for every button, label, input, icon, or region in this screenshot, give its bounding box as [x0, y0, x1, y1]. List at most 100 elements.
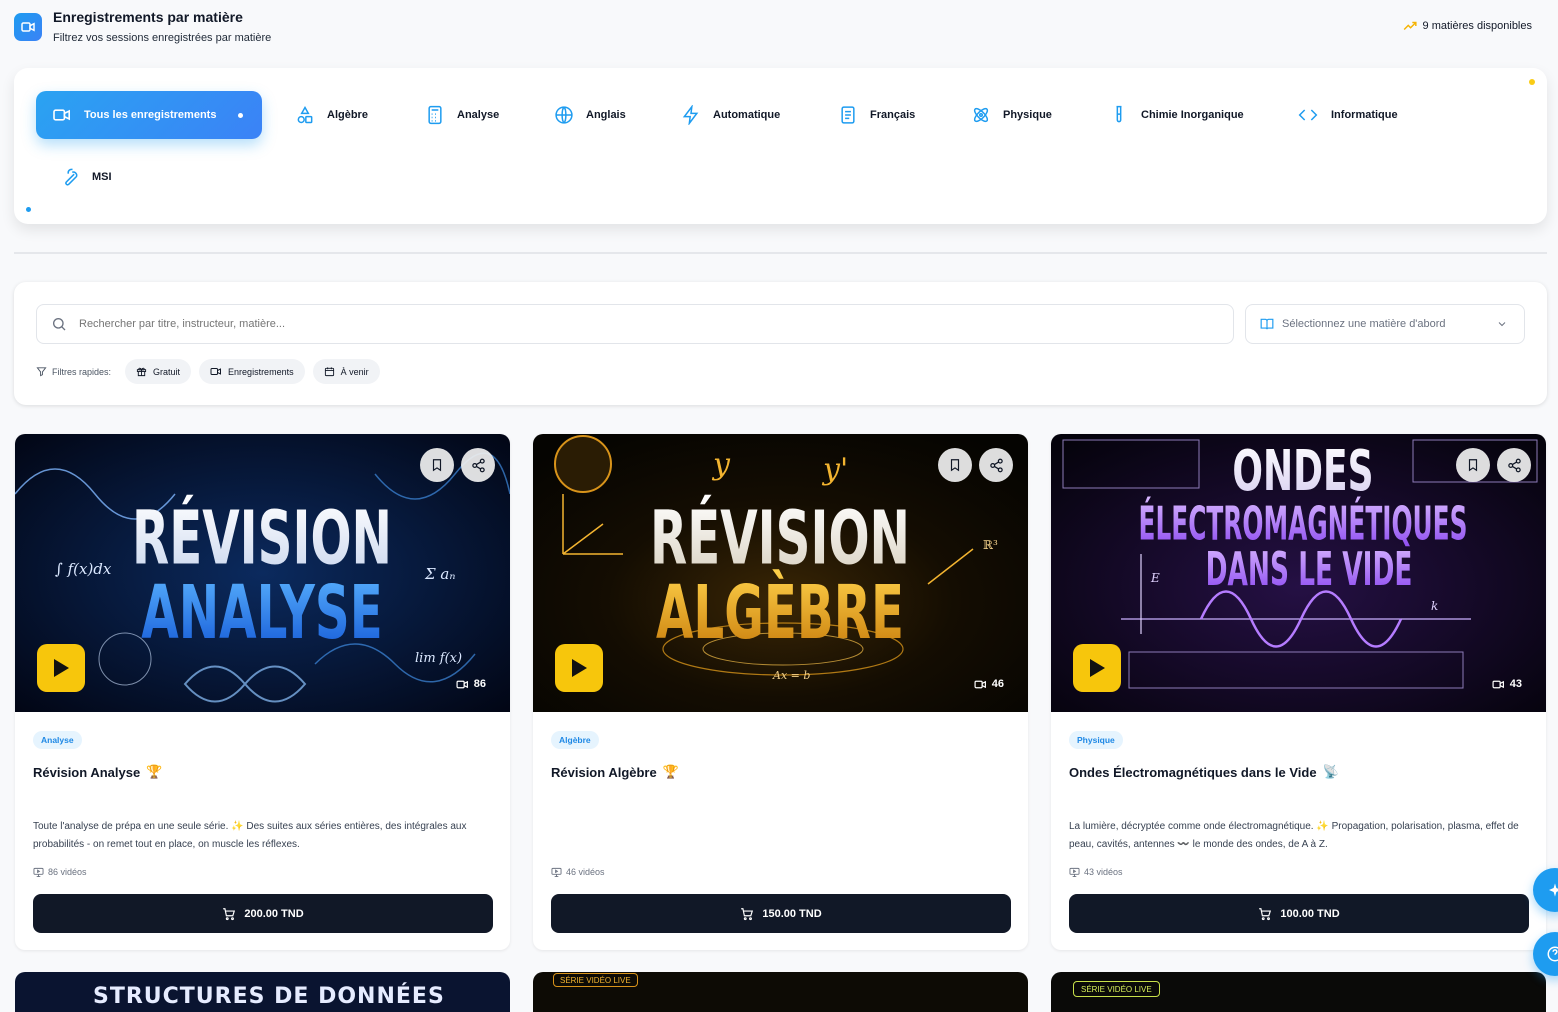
video-count-value: 43 — [1509, 678, 1522, 690]
play-button[interactable] — [1073, 644, 1121, 692]
tab-all-recordings[interactable]: Tous les enregistrements — [36, 91, 262, 139]
course-title-text: Révision Analyse — [33, 764, 141, 780]
live-series-label: SÉRIE VIDÉO LIVE — [1073, 981, 1160, 997]
trophy-icon: 🏆 — [662, 764, 679, 779]
share-button[interactable] — [461, 448, 495, 482]
video-icon — [456, 680, 468, 688]
buy-button[interactable]: 200.00 TND — [33, 894, 493, 933]
thumbnail-title-line3: DANS LE VIDE — [1206, 542, 1413, 596]
cart-icon — [741, 907, 754, 920]
subject-badge: Algèbre — [551, 731, 599, 749]
filter-chip-enregistrements[interactable]: Enregistrements — [199, 359, 305, 384]
tab-label: Anglais — [586, 109, 626, 121]
tab-physique[interactable]: Physique — [955, 91, 1052, 139]
course-videos: 86 vidéos — [33, 867, 87, 877]
svg-text:lim f(x): lim f(x) — [415, 651, 462, 666]
bookmark-icon — [1468, 459, 1478, 472]
search-input[interactable] — [79, 318, 1179, 330]
bookmark-icon — [950, 459, 960, 472]
page-header: Enregistrements par matière Filtrez vos … — [0, 0, 1558, 60]
search-icon — [53, 318, 66, 331]
thumbnail-title-line2: ANALYSE — [141, 569, 382, 656]
filter-chip-gratuit[interactable]: Gratuit — [125, 359, 192, 384]
course-title[interactable]: Ondes Électromagnétiques dans le Vide 📡 — [1069, 764, 1339, 780]
course-card[interactable]: y y' ℝ³ Ax = b RÉVISION ALGÈBRE 46 Algèb… — [533, 434, 1028, 950]
tab-francais[interactable]: Français — [822, 91, 915, 139]
video-count-value: 46 — [991, 678, 1004, 690]
buy-button[interactable]: 150.00 TND — [551, 894, 1011, 933]
cart-icon — [223, 907, 236, 920]
tab-label: Français — [870, 109, 916, 121]
subject-select-placeholder: Sélectionnez une matière d'abord — [1282, 318, 1446, 330]
course-description: Toute l'analyse de prépa en une seule sé… — [33, 821, 467, 850]
code-icon — [1298, 109, 1318, 121]
subject-badge: Analyse — [33, 731, 82, 749]
video-count: 43 — [1492, 678, 1522, 690]
share-button[interactable] — [1497, 448, 1531, 482]
price-label: 100.00 TND — [1280, 907, 1340, 920]
test-tube-icon — [1116, 105, 1122, 123]
course-videos: 46 vidéos — [551, 867, 605, 877]
course-card[interactable]: ∫ f(x)dx Σ aₙ lim f(x) RÉVISION ANALYSE … — [15, 434, 510, 950]
sparkle-icon — [1549, 883, 1558, 897]
video-icon — [974, 680, 986, 688]
course-card[interactable]: SÉRIE VIDÉO LIVE — [1051, 972, 1546, 1012]
video-icon — [14, 13, 42, 41]
tab-label: Chimie Inorganique — [1141, 109, 1244, 121]
subject-badge: Physique — [1069, 731, 1123, 749]
thumbnail-title: STRUCTURES DE DONNÉES — [93, 984, 445, 1009]
course-card[interactable]: STRUCTURES DE DONNÉES — [15, 972, 510, 1012]
subjects-count: 9 matières disponibles — [1403, 20, 1532, 32]
zap-icon — [682, 105, 699, 125]
video-icon — [1492, 680, 1504, 688]
svg-text:y': y' — [821, 452, 848, 487]
subject-select[interactable]: Sélectionnez une matière d'abord — [1245, 304, 1525, 344]
play-icon — [54, 659, 69, 677]
monitor-icon — [1069, 867, 1080, 877]
share-button[interactable] — [979, 448, 1013, 482]
course-card[interactable]: SÉRIE VIDÉO LIVE — [533, 972, 1028, 1012]
bookmark-icon — [432, 459, 442, 472]
tab-analyse[interactable]: Analyse — [409, 91, 499, 139]
tab-label: Tous les enregistrements — [84, 109, 217, 121]
quick-filters: Filtres rapides: Gratuit Enregistrements… — [36, 359, 380, 384]
tab-chimie-inorganique[interactable]: Chimie Inorganique — [1093, 91, 1244, 139]
section-divider — [14, 252, 1547, 254]
tab-algebre[interactable]: Algèbre — [279, 91, 368, 139]
filter-chip-a-venir[interactable]: À venir — [312, 359, 380, 384]
thumbnail-title-line2: ALGÈBRE — [656, 569, 904, 656]
share-icon — [989, 458, 1003, 472]
play-button[interactable] — [555, 644, 603, 692]
svg-text:y: y — [711, 447, 731, 482]
tab-msi[interactable]: MSI — [44, 153, 112, 201]
course-title[interactable]: Révision Algèbre 🏆 — [551, 764, 679, 780]
tab-informatique[interactable]: Informatique — [1281, 91, 1398, 139]
bookmark-button[interactable] — [1456, 448, 1490, 482]
subject-tabs-panel: Tous les enregistrements Algèbre Analyse… — [14, 68, 1547, 224]
search-field[interactable] — [36, 304, 1234, 344]
chip-label: Enregistrements — [228, 366, 294, 377]
quick-filters-label: Filtres rapides: — [52, 366, 112, 377]
course-title-text: Révision Algèbre — [551, 764, 657, 780]
globe-icon — [555, 106, 573, 124]
tab-anglais[interactable]: Anglais — [538, 91, 626, 139]
atom-icon — [973, 107, 989, 123]
bookmark-button[interactable] — [420, 448, 454, 482]
course-videos-label: 43 vidéos — [1084, 867, 1123, 877]
tab-automatique[interactable]: Automatique — [665, 91, 780, 139]
buy-button[interactable]: 100.00 TND — [1069, 894, 1529, 933]
play-button[interactable] — [37, 644, 85, 692]
bookmark-button[interactable] — [938, 448, 972, 482]
thumbnail-title-line1: ONDES — [1232, 439, 1373, 504]
share-icon — [471, 458, 485, 472]
chevron-down-icon — [1498, 322, 1506, 327]
course-card[interactable]: E k ONDES ÉLECTROMAGNÉTIQUES DANS LE VID… — [1051, 434, 1546, 950]
course-title[interactable]: Révision Analyse 🏆 — [33, 764, 162, 780]
share-icon — [1507, 458, 1521, 472]
play-icon — [572, 659, 587, 677]
decorative-dot — [1529, 79, 1535, 85]
cart-icon — [1259, 907, 1272, 920]
satellite-icon: 📡 — [1322, 764, 1339, 779]
course-videos-label: 46 vidéos — [566, 867, 605, 877]
course-title-text: Ondes Électromagnétiques dans le Vide — [1069, 764, 1317, 780]
